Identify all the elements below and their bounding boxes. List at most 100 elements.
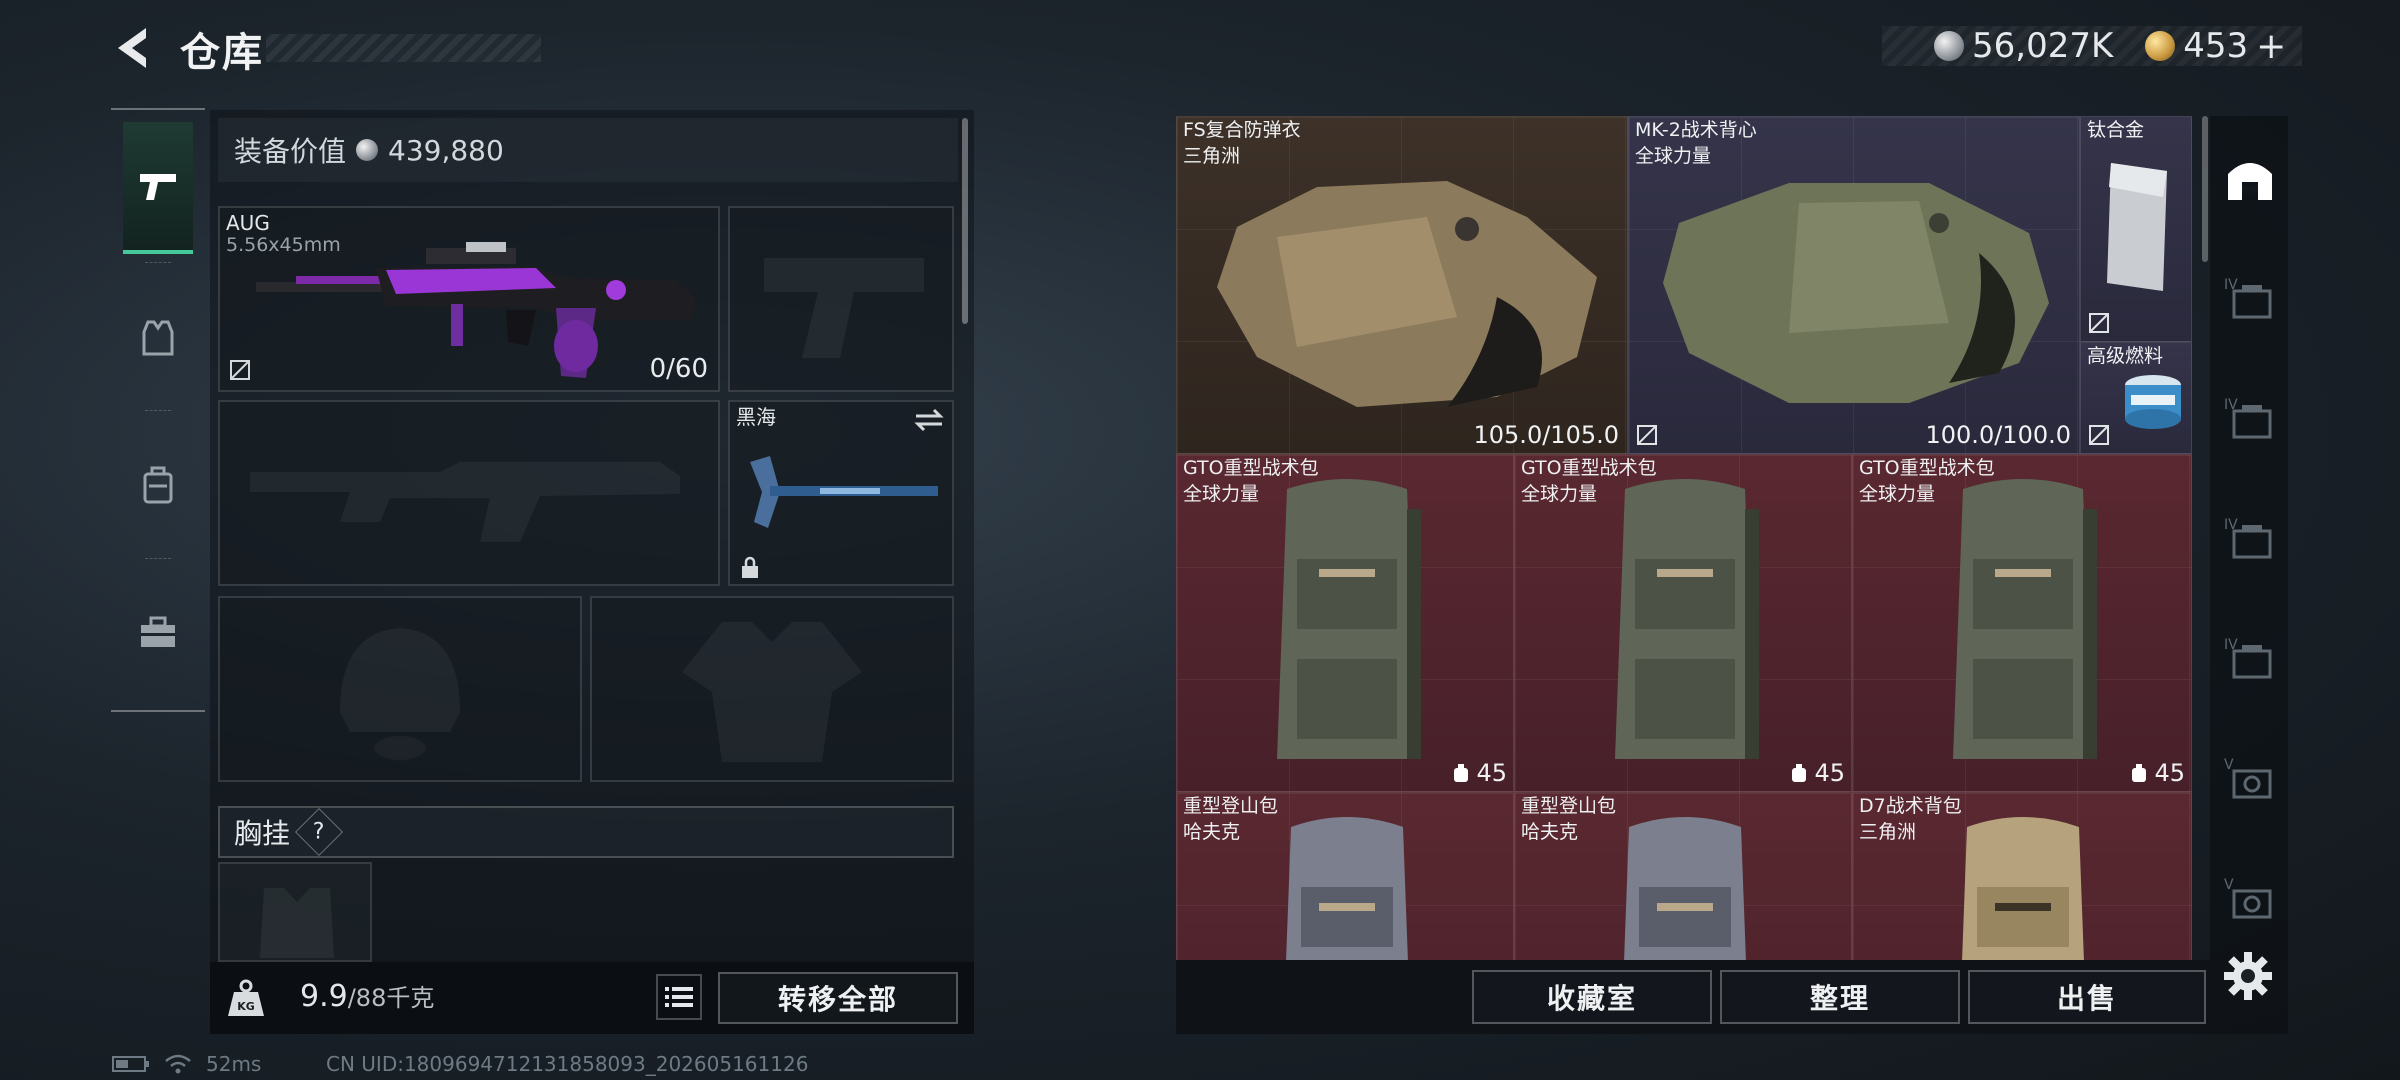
no-insurance-icon: [2089, 425, 2109, 445]
container-icon: V: [2224, 877, 2272, 919]
chest-rig-label: 胸挂: [234, 817, 291, 850]
tab-container-v-2[interactable]: V: [2224, 872, 2276, 924]
item-capacity: 45: [2128, 759, 2185, 787]
title-decoration: [266, 34, 541, 62]
metal-plate-icon: [2107, 163, 2167, 291]
item-durability: 105.0/105.0: [1473, 421, 1620, 449]
tab-container-iv-2[interactable]: IV: [2224, 392, 2276, 444]
item-maker: 全球力量: [1521, 483, 1598, 505]
container-icon: IV: [2224, 517, 2272, 559]
equipment-value-label: 装备价值: [234, 135, 347, 168]
stash-item-titanium[interactable]: 钛合金: [2080, 116, 2192, 342]
primary-weapon-2-slot[interactable]: [218, 400, 720, 586]
gold-amount: 453: [2183, 26, 2249, 66]
swap-arrows-icon[interactable]: [912, 406, 946, 434]
container-icon: V: [2224, 757, 2272, 799]
gear-icon: [2224, 952, 2272, 1000]
silver-coin-icon: [1934, 31, 1964, 61]
lock-icon: [742, 556, 758, 578]
tactical-backpack-icon: [1277, 479, 1421, 759]
container-icon: IV: [2224, 637, 2272, 679]
stash-item-d7-backpack[interactable]: D7战术背包 三角洲: [1852, 792, 2192, 960]
equipment-scrollbar[interactable]: [962, 118, 968, 324]
item-durability: 100.0/100.0: [1925, 421, 2072, 449]
equipment-value-header: 装备价值 439,880: [218, 118, 958, 182]
back-arrow-icon: [118, 28, 146, 68]
stash-item-mk2-vest[interactable]: MK-2战术背心 全球力量 100.0/100.0: [1628, 116, 2080, 454]
stash-item-mountain-pack[interactable]: 重型登山包 哈夫克: [1514, 792, 1852, 960]
stash-home-icon: [2228, 163, 2272, 200]
back-button[interactable]: [108, 22, 156, 74]
helmet-silhouette-icon: [340, 628, 460, 760]
tab-weapons[interactable]: [123, 122, 193, 254]
secondary-weapon-slot[interactable]: [728, 206, 954, 392]
container-icon: IV: [2224, 277, 2272, 319]
sell-button[interactable]: 出售: [1968, 970, 2206, 1024]
svg-text:KG: KG: [237, 1000, 255, 1013]
backpack-capacity-icon: [1454, 764, 1469, 782]
tab-container-iv-3[interactable]: IV: [2224, 512, 2276, 564]
stash-item-gto-bag[interactable]: GTO重型战术包 全球力量 45: [1514, 454, 1852, 792]
pistol-icon: [140, 174, 176, 200]
battery-icon: [112, 1056, 149, 1072]
stash-scrollbar[interactable]: [2202, 116, 2208, 262]
left-tab-bar: [111, 108, 205, 712]
page-title: 仓库: [180, 30, 264, 76]
item-name: 高级燃料: [2087, 345, 2164, 367]
tactical-vest-icon: [1663, 183, 2049, 403]
pistol-silhouette-icon: [764, 258, 924, 358]
user-uid: CN UID:18096947121318580​93_202605161126: [326, 1052, 809, 1076]
list-view-button[interactable]: [656, 974, 702, 1020]
item-capacity: 45: [1450, 759, 1507, 787]
tab-toolbox[interactable]: [123, 566, 193, 698]
stash-item-gto-bag[interactable]: GTO重型战术包 全球力量 45: [1852, 454, 2192, 792]
item-name: 重型登山包: [1183, 795, 1279, 817]
tab-container-iv-4[interactable]: IV: [2224, 632, 2276, 684]
item-name: MK-2战术背心: [1635, 119, 1757, 141]
body-armor-slot[interactable]: [590, 596, 954, 782]
add-currency-button[interactable]: +: [2256, 26, 2286, 67]
stash-item-fs-armor[interactable]: FS复合防弹衣 三角洲 105.0/105.0: [1176, 116, 1628, 454]
silver-coin-icon: [356, 139, 379, 161]
tab-armor[interactable]: [123, 272, 193, 404]
tab-container-iv-1[interactable]: IV: [2224, 272, 2276, 324]
chest-rig-slot[interactable]: [218, 862, 372, 962]
stash-item-mountain-pack[interactable]: 重型登山包 哈夫克: [1176, 792, 1514, 960]
weight-current: 9.9: [300, 979, 348, 1014]
mountain-backpack-icon: [1624, 817, 1746, 960]
status-bar: 52ms: [112, 1052, 261, 1076]
tab-container-v-1[interactable]: V: [2224, 752, 2276, 804]
armor-vest-icon: [142, 320, 174, 356]
axe-icon: [750, 456, 938, 528]
item-maker: 三角洲: [1859, 821, 1917, 843]
item-maker: 哈夫克: [1521, 821, 1579, 843]
item-maker: 全球力量: [1859, 483, 1936, 505]
tactical-backpack-icon: [1615, 479, 1759, 759]
helmet-slot[interactable]: [218, 596, 582, 782]
chest-rig-header: 胸挂 ?: [218, 806, 954, 858]
currency-bar: 56,027K 453 +: [1882, 26, 2302, 67]
stash-grid: FS复合防弹衣 三角洲 105.0/105.0 MK-2战术背心 全球力量 10…: [1176, 116, 2192, 960]
item-maker: 哈夫克: [1183, 821, 1241, 843]
tab-backpack[interactable]: [123, 420, 193, 552]
tab-stash-home[interactable]: [2224, 152, 2276, 204]
backpack-capacity-icon: [2132, 764, 2147, 782]
mountain-backpack-icon: [1286, 817, 1408, 960]
gold-coin-icon: [2145, 31, 2176, 61]
container-icon: IV: [2224, 397, 2272, 439]
item-name: 重型登山包: [1521, 795, 1617, 817]
stash-item-fuel[interactable]: 高级燃料: [2080, 342, 2192, 454]
backpack-icon: [143, 466, 173, 504]
fuel-can-icon: [2125, 375, 2181, 429]
settings-button[interactable]: [2222, 950, 2274, 1002]
rifle-silhouette-icon: [250, 462, 680, 542]
melee-slot[interactable]: 黑海: [728, 400, 954, 586]
armor-silhouette-icon: [682, 622, 862, 762]
ammo-count: 0/60: [649, 354, 708, 384]
stash-item-gto-bag[interactable]: GTO重型战术包 全球力量 45: [1176, 454, 1514, 792]
organize-button[interactable]: 整理: [1720, 970, 1960, 1024]
help-icon[interactable]: ?: [294, 807, 344, 857]
primary-weapon-slot[interactable]: AUG 5.56x45mm 0/60: [218, 206, 720, 392]
transfer-all-button[interactable]: 转移全部: [718, 972, 958, 1024]
collection-room-button[interactable]: 收藏室: [1472, 970, 1712, 1024]
